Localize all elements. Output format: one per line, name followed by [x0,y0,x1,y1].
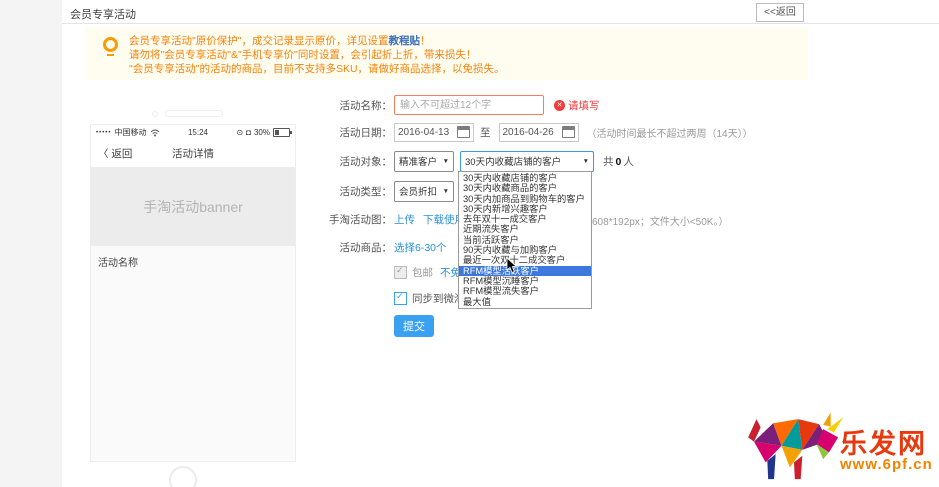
phone-banner-placeholder: 手淘活动banner [91,167,295,246]
start-date-input[interactable]: 2016-04-13 [394,123,474,142]
carrier-label: 中国移动 [115,127,147,138]
dropdown-option[interactable]: 30天内新增兴趣客户 [459,204,591,214]
phone-activity-name-label: 活动名称 [98,258,138,269]
battery-percent: 30% [254,128,270,137]
dropdown-option[interactable]: 去年双十一成交客户 [459,214,591,224]
phone-nav-bar: 〈 返回 活动详情 [91,140,295,167]
activity-type-label: 活动类型： [312,184,392,199]
activity-type-select[interactable]: 会员折扣 ▼ [394,181,454,202]
signal-icon: ••••• [96,130,112,136]
notice-line-2: 请勿将"会员专享活动"&"手机专享价"同时设置，会引起折上折，带来损失！ [129,47,476,62]
back-button[interactable]: <<返回 [756,3,804,22]
activity-name-label: 活动名称： [312,98,392,113]
calendar-icon[interactable] [457,126,470,138]
dropdown-option[interactable]: 30天内收藏店铺的客户 [459,173,591,183]
free-shipping-checkbox[interactable] [394,266,407,279]
phone-status-bar: ••••• 中国移动 15:24 ⊙ ◘ 30% [91,125,295,140]
phone-speaker [165,110,223,117]
date-note: （活动时间最长不超过两周（14天）） [587,125,753,140]
sync-weitao-checkbox[interactable] [394,292,407,305]
date-separator: 至 [480,125,491,140]
bull-logo-icon [744,402,844,482]
notice-line-1-suffix: ！ [420,35,431,47]
sync-weitao-row: 同步到微淘广 [312,287,475,309]
dropdown-option[interactable]: 30天内加商品到购物车的客户 [459,194,591,204]
count-suffix: 人 [623,156,634,168]
customer-segment-select[interactable]: 30天内收藏店铺的客户 ▼ [460,151,594,172]
dropdown-option[interactable]: 最近一次双十二成交客户 [459,255,591,265]
watermark-url: www.6pf.cn [840,456,933,473]
notice-line-3: "会员专享活动"的活动的商品，目前不支持多SKU，请做好商品选择，以免损失。 [129,61,505,76]
end-date-input[interactable]: 2016-04-26 [499,123,579,142]
calendar-icon[interactable] [562,126,575,138]
chevron-down-icon: ▼ [443,158,449,165]
phone-home-button [169,466,197,487]
activity-name-row: 活动名称： 请填写 [312,94,600,116]
tutorial-link[interactable]: 教程贴 [388,35,420,47]
dropdown-option[interactable]: RFM模型活跃客户 [459,266,591,276]
count-value: 0 [616,156,622,168]
chevron-down-icon: ▼ [583,158,589,165]
activity-date-row: 活动日期： 2016-04-13 至 2016-04-26 （活动时间最长不超过… [312,121,753,143]
dropdown-option[interactable]: 30天内收藏商品的客户 [459,183,591,193]
end-date-value: 2016-04-26 [503,127,554,138]
dropdown-option[interactable]: 近期流失客户 [459,224,591,234]
dropdown-option[interactable]: 90天内收藏与加购客户 [459,245,591,255]
customer-segment-dropdown-list: 30天内收藏店铺的客户30天内收藏商品的客户30天内加商品到购物车的客户30天内… [458,171,592,309]
customer-segment-value: 30天内收藏店铺的客户 [465,154,561,168]
chevron-down-icon: ▼ [443,188,449,195]
free-shipping-label: 包邮 [412,265,433,280]
mouse-cursor-icon [506,258,518,274]
notice-line-1-text: 会员专享活动"原价保护"，成交记录显示原价，详见设置 [129,35,388,47]
target-count: 共0人 [603,154,634,169]
page: 会员专享活动 <<返回 会员专享活动"原价保护"，成交记录显示原价，详见设置教程… [0,0,939,487]
activity-type-row: 活动类型： 会员折扣 ▼ [312,180,454,202]
start-date-value: 2016-04-13 [398,127,449,138]
activity-products-row: 活动商品： 选择6-30个 [312,236,447,258]
target-type-select[interactable]: 精准客户 ▼ [394,151,454,172]
banner-image-row: 手淘活动图： 上传 下载使用图 [312,208,476,230]
phone-back-button: 〈 返回 [98,146,132,161]
error-icon [554,100,565,111]
activity-type-value: 会员折扣 [399,184,437,198]
lock-icon: ◘ [246,128,251,137]
select-products-link[interactable]: 选择6-30个 [394,240,447,255]
header-divider [62,23,939,24]
submit-button[interactable]: 提交 [394,315,434,337]
notice-box: 会员专享活动"原价保护"，成交记录显示原价，详见设置教程贴！ 请勿将"会员专享活… [85,28,808,80]
activity-name-input[interactable] [394,95,544,115]
activity-target-row: 活动对象： 精准客户 ▼ 30天内收藏店铺的客户 ▼ 共0人 [312,150,634,172]
dropdown-option[interactable]: RFM模型流失客户 [459,286,591,296]
name-error: 请填写 [554,98,600,113]
error-text: 请填写 [568,98,600,113]
notice-line-1: 会员专享活动"原价保护"，成交记录显示原价，详见设置教程贴！ [129,33,430,48]
wifi-icon [150,129,160,137]
activity-products-label: 活动商品： [312,240,392,255]
dropdown-option[interactable]: 最大值 [459,297,591,307]
phone-screen: ••••• 中国移动 15:24 ⊙ ◘ 30% 〈 返回 [90,124,296,462]
phone-preview: ••••• 中国移动 15:24 ⊙ ◘ 30% 〈 返回 [80,84,306,486]
activity-date-label: 活动日期： [312,125,392,140]
location-icon: ⊙ [236,128,243,137]
dropdown-option[interactable]: RFM模型沉睡客户 [459,276,591,286]
target-type-value: 精准客户 [399,154,437,168]
banner-image-label: 手淘活动图： [312,212,392,227]
dropdown-option[interactable]: 当前活跃客户 [459,235,591,245]
upload-link[interactable]: 上传 [394,212,415,227]
phone-content-area: 活动名称 [91,246,295,461]
page-title: 会员专享活动 [70,6,136,22]
phone-camera [152,111,158,117]
activity-target-label: 活动对象： [312,154,392,169]
banner-image-note: 608*192px；文件大小<50K。） [592,213,728,228]
left-gutter [0,0,62,487]
phone-time: 15:24 [188,128,208,137]
lightbulb-icon [103,37,121,57]
battery-icon [273,128,290,137]
phone-nav-title: 活动详情 [172,146,214,161]
watermark: 乐发网 www.6pf.cn [744,402,939,487]
count-prefix: 共 [603,156,614,168]
